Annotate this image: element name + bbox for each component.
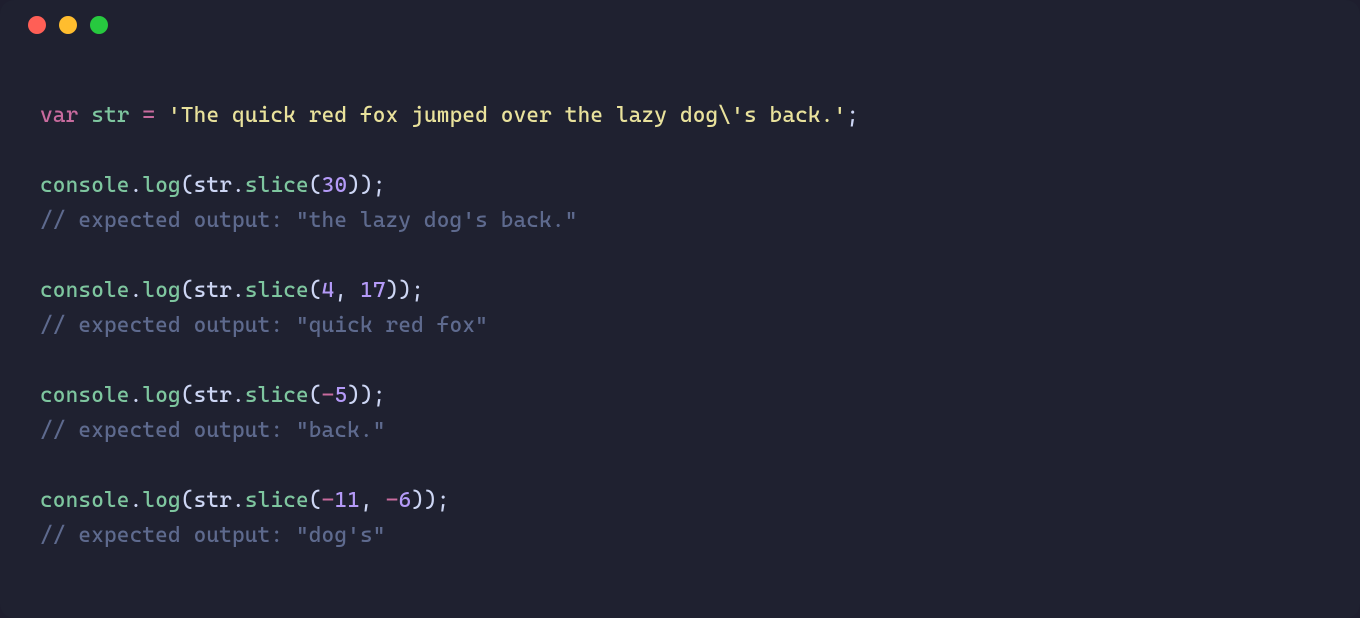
- code-token: .: [130, 488, 143, 513]
- code-token: (: [181, 488, 194, 513]
- code-token: (: [309, 383, 322, 408]
- code-token: .: [232, 173, 245, 198]
- code-token: 30: [322, 173, 348, 198]
- code-token: 'The quick red fox jumped over the lazy …: [168, 103, 846, 128]
- code-line: // expected output: "quick red fox": [40, 308, 1320, 343]
- code-token: (: [181, 173, 194, 198]
- code-token: (: [181, 278, 194, 303]
- code-token: str: [194, 383, 232, 408]
- code-line: [40, 448, 1320, 483]
- code-token: log: [142, 278, 180, 303]
- code-editor-window: var str = 'The quick red fox jumped over…: [0, 0, 1360, 618]
- code-token: str: [194, 278, 232, 303]
- window-titlebar: [0, 0, 1360, 50]
- code-token: =: [142, 103, 155, 128]
- maximize-icon[interactable]: [90, 16, 108, 34]
- code-token: 17: [360, 278, 386, 303]
- code-token: // expected output: "dog's": [40, 523, 386, 548]
- code-line: console.log(str.slice(-5));: [40, 378, 1320, 413]
- code-token: console: [40, 383, 130, 408]
- code-token: 6: [399, 488, 412, 513]
- code-token: ));: [347, 173, 385, 198]
- code-token: .: [130, 173, 143, 198]
- code-token: -: [322, 383, 335, 408]
- code-token: log: [142, 488, 180, 513]
- code-line: // expected output: "the lazy dog's back…: [40, 203, 1320, 238]
- code-token: console: [40, 173, 130, 198]
- code-token: 5: [334, 383, 347, 408]
- code-token: (: [181, 383, 194, 408]
- code-token: console: [40, 278, 130, 303]
- code-token: [155, 103, 168, 128]
- code-token: log: [142, 383, 180, 408]
- code-token: -: [322, 488, 335, 513]
- code-token: // expected output: "back.": [40, 418, 386, 443]
- code-token: str: [194, 173, 232, 198]
- code-token: [130, 103, 143, 128]
- code-line: console.log(str.slice(30));: [40, 168, 1320, 203]
- code-token: -: [386, 488, 399, 513]
- code-line: // expected output: "dog's": [40, 518, 1320, 553]
- code-token: ,: [334, 278, 360, 303]
- code-line: console.log(str.slice(4, 17));: [40, 273, 1320, 308]
- close-icon[interactable]: [28, 16, 46, 34]
- code-token: slice: [245, 173, 309, 198]
- code-token: .: [232, 278, 245, 303]
- code-token: str: [194, 488, 232, 513]
- code-token: slice: [245, 278, 309, 303]
- code-token: str: [91, 103, 129, 128]
- code-token: .: [130, 278, 143, 303]
- code-token: log: [142, 173, 180, 198]
- code-token: 11: [334, 488, 360, 513]
- minimize-icon[interactable]: [59, 16, 77, 34]
- code-token: ));: [347, 383, 385, 408]
- code-token: (: [309, 278, 322, 303]
- code-token: ;: [846, 103, 859, 128]
- code-line: [40, 238, 1320, 273]
- code-token: ,: [360, 488, 386, 513]
- code-token: var: [40, 103, 91, 128]
- code-token: ));: [411, 488, 449, 513]
- code-line: // expected output: "back.": [40, 413, 1320, 448]
- code-token: (: [309, 173, 322, 198]
- code-token: .: [232, 488, 245, 513]
- code-token: slice: [245, 383, 309, 408]
- code-token: .: [130, 383, 143, 408]
- code-token: ));: [386, 278, 424, 303]
- code-line: console.log(str.slice(-11, -6));: [40, 483, 1320, 518]
- code-token: // expected output: "the lazy dog's back…: [40, 208, 578, 233]
- code-line: var str = 'The quick red fox jumped over…: [40, 98, 1320, 133]
- code-token: (: [309, 488, 322, 513]
- code-token: .: [232, 383, 245, 408]
- code-token: // expected output: "quick red fox": [40, 313, 488, 338]
- code-line: [40, 343, 1320, 378]
- code-content: var str = 'The quick red fox jumped over…: [0, 50, 1360, 573]
- code-line: [40, 133, 1320, 168]
- code-token: console: [40, 488, 130, 513]
- code-token: 4: [322, 278, 335, 303]
- code-token: slice: [245, 488, 309, 513]
